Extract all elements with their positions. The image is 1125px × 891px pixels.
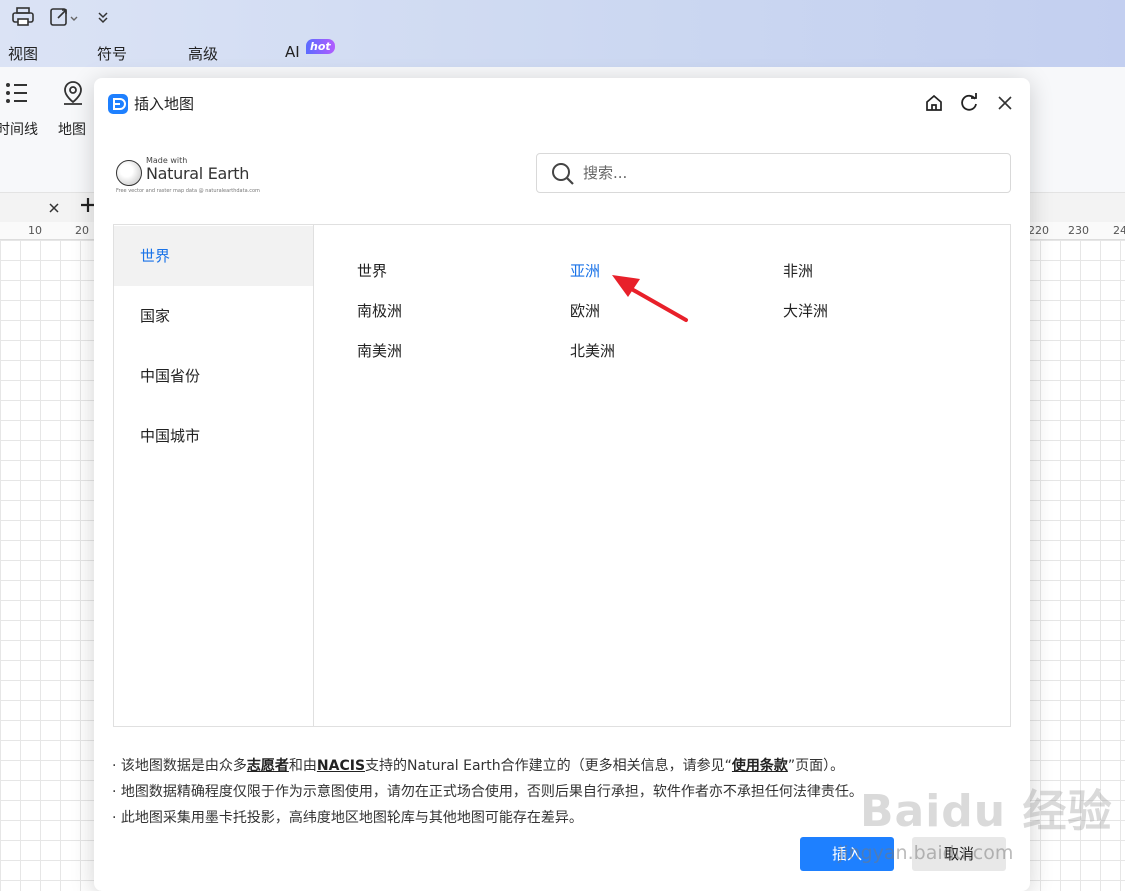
note-line: · 该地图数据是由众多志愿者和由NACIS支持的Natural Earth合作建… [112,753,863,779]
ruler-tick: 10 [28,224,42,237]
map-item-world[interactable]: 世界 [357,261,387,281]
home-icon[interactable] [923,92,945,114]
note-line: · 此地图采集用墨卡托投影，高纬度地区地图轮库与其他地图可能存在差异。 [112,810,583,826]
close-icon[interactable] [994,92,1016,114]
category-sidebar: 世界 国家 中国省份 中国城市 [114,225,314,726]
menu-symbol[interactable]: 符号 [97,43,127,64]
ruler-tick: 24 [1113,224,1125,237]
disclaimer-notes: · 该地图数据是由众多志愿者和由NACIS支持的Natural Earth合作建… [112,753,863,831]
search-input[interactable] [583,162,993,184]
note-text: 和由 [288,758,317,774]
natural-earth-logo: Made with Natural Earth Free vector and … [116,156,260,196]
nacis-link[interactable]: NACIS [317,758,365,774]
note-text: · 该地图数据是由众多 [112,758,247,774]
app-titlebar: 视图 符号 高级 AI hot [0,0,1125,67]
map-browser-panel: 世界 国家 中国省份 中国城市 世界 亚洲 非洲 南极洲 欧洲 大洋洲 南美洲 … [113,224,1011,727]
hot-badge: hot [306,39,335,54]
category-country[interactable]: 国家 [114,286,313,346]
note-text: 支持的Natural Earth合作建立的（更多相关信息，请参见“ [365,758,732,774]
menu-ai[interactable]: AI [285,43,300,61]
ribbon-map-label[interactable]: 地图 [58,119,86,139]
close-tab-icon[interactable] [48,199,60,218]
menu-advanced[interactable]: 高级 [188,43,218,64]
logo-tagline: Free vector and raster map data @ natura… [116,188,260,194]
app-logo-icon [108,94,128,114]
map-list: 世界 亚洲 非洲 南极洲 欧洲 大洋洲 南美洲 北美洲 [314,225,1010,726]
print-icon[interactable] [12,6,34,28]
map-item-africa[interactable]: 非洲 [783,261,813,281]
dialog-title: 插入地图 [134,95,195,113]
ruler-tick: 230 [1068,224,1089,237]
note-text: ”页面）。 [787,758,845,774]
timeline-icon[interactable] [5,82,29,108]
menu-view[interactable]: 视图 [8,43,38,64]
map-pin-icon[interactable] [62,80,84,110]
export-icon[interactable] [50,6,80,28]
search-box[interactable] [536,153,1011,193]
terms-of-use-link[interactable]: 使用条款 [732,758,788,774]
map-item-europe[interactable]: 欧洲 [570,301,600,321]
ribbon-timeline-label[interactable]: 时间线 [0,119,38,139]
globe-icon [116,160,142,186]
map-item-south-america[interactable]: 南美洲 [357,341,402,361]
category-world[interactable]: 世界 [114,226,313,286]
volunteer-link[interactable]: 志愿者 [247,758,289,774]
logo-brand: Natural Earth [146,164,250,183]
customize-chevron-down-icon[interactable] [97,6,109,28]
refresh-icon[interactable] [958,92,980,114]
map-item-oceania[interactable]: 大洋洲 [783,301,828,321]
category-china-province[interactable]: 中国省份 [114,346,313,406]
ruler-tick: 20 [75,224,89,237]
insert-map-dialog: 插入地图 Made with Natural Earth Free vector… [94,78,1030,891]
search-icon [552,163,574,185]
ruler-tick: 220 [1028,224,1049,237]
map-item-north-america[interactable]: 北美洲 [570,341,615,361]
map-item-asia[interactable]: 亚洲 [570,261,600,281]
watermark-url: jingyan.baidu.com [838,842,1014,864]
map-item-antarctica[interactable]: 南极洲 [357,301,402,321]
note-line: · 地图数据精确程度仅限于作为示意图使用，请勿在正式场合使用，否则后果自行承担，… [112,784,863,800]
category-china-city[interactable]: 中国城市 [114,406,313,466]
baidu-watermark: Baidu 经验 [860,786,1113,837]
